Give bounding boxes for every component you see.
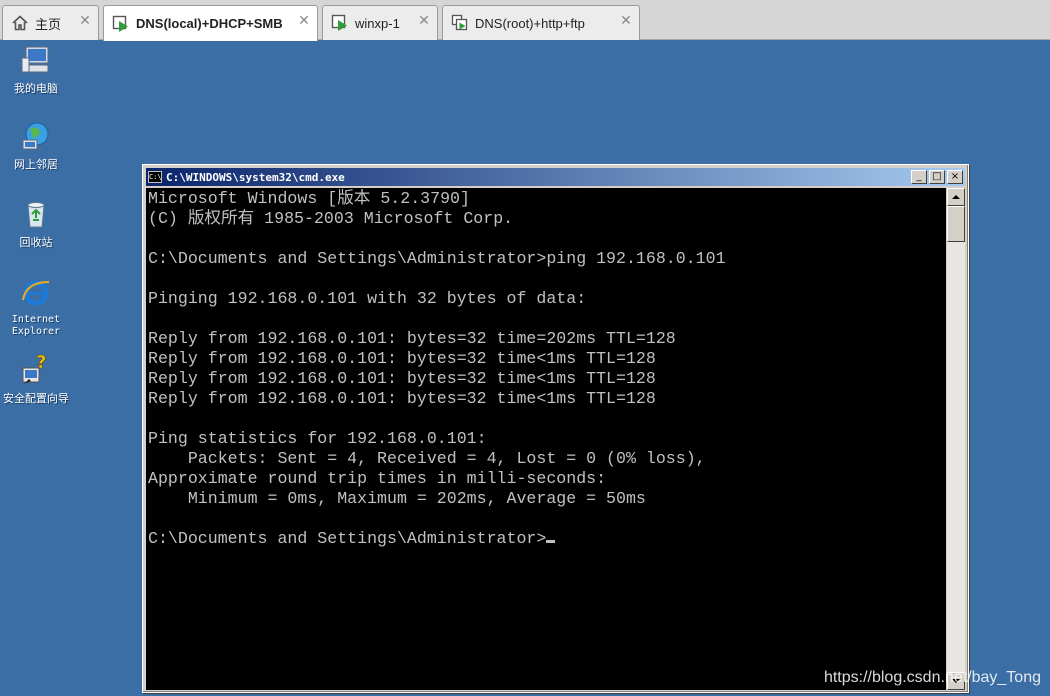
close-button[interactable]: ×	[947, 170, 963, 184]
arrow-up-icon	[952, 195, 960, 199]
internet-explorer-icon	[22, 280, 50, 306]
window-title: C:\WINDOWS\system32\cmd.exe	[166, 170, 345, 184]
minimize-button[interactable]: _	[911, 170, 927, 184]
watermark: https://blog.csdn.net/bay_Tong	[823, 669, 1041, 686]
close-icon[interactable]: ✕	[417, 14, 431, 28]
maximize-button[interactable]: □	[929, 170, 945, 184]
console-output[interactable]: Microsoft Windows [版本 5.2.3790] (C) 版权所有…	[146, 188, 946, 690]
console-line: Reply from 192.168.0.101: bytes=32 time<…	[148, 369, 656, 388]
recycle-bin-icon	[27, 202, 45, 228]
window-title-bar[interactable]: C:\ C:\WINDOWS\system32\cmd.exe _ □ ×	[146, 168, 965, 186]
desktop-icon-label: 回收站	[19, 236, 53, 249]
tab-dns-local[interactable]: DNS(local)+DHCP+SMB ✕	[103, 5, 318, 41]
desktop-icon-label: 网上邻居	[14, 158, 58, 171]
network-places-icon	[22, 122, 49, 150]
desktop-icon-label: 安全配置向导	[3, 392, 69, 405]
security-wizard-icon: ?	[22, 352, 47, 384]
home-icon	[12, 15, 28, 31]
desktop-icon-security-wizard[interactable]: ? 安全配置向导	[0, 352, 72, 405]
console-line: Reply from 192.168.0.101: bytes=32 time<…	[148, 389, 656, 408]
close-icon[interactable]: ✕	[78, 14, 92, 28]
console-line: Reply from 192.168.0.101: bytes=32 time<…	[148, 349, 656, 368]
desktop-icon-label: 我的电脑	[14, 82, 58, 95]
window-controls: _ □ ×	[909, 170, 963, 184]
close-icon[interactable]: ✕	[619, 14, 633, 28]
tab-winxp-1[interactable]: winxp-1 ✕	[322, 5, 438, 40]
desktop-icon-network-places[interactable]: 网上邻居	[0, 120, 72, 171]
svg-text:?: ?	[36, 354, 46, 373]
tab-label: DNS(root)+http+ftp	[475, 15, 585, 31]
scroll-thumb[interactable]	[947, 206, 965, 242]
vertical-scrollbar[interactable]	[947, 188, 965, 690]
desktop-icon-my-computer[interactable]: 我的电脑	[0, 44, 72, 95]
vm-play-icon	[112, 15, 128, 32]
console-line: Ping statistics for 192.168.0.101:	[148, 429, 487, 448]
my-computer-icon	[21, 46, 49, 73]
console-icon[interactable]: C:\	[148, 171, 162, 183]
vm-tab-bar: 主页 ✕ DNS(local)+DHCP+SMB ✕ winxp-1 ✕ DNS…	[0, 0, 1050, 41]
vm-play-icon	[331, 14, 347, 31]
tab-dns-root[interactable]: DNS(root)+http+ftp ✕	[442, 5, 640, 40]
tab-home[interactable]: 主页 ✕	[2, 5, 99, 40]
console-line: Reply from 192.168.0.101: bytes=32 time=…	[148, 329, 676, 348]
console-line: Approximate round trip times in milli-se…	[148, 469, 607, 488]
vm-pair-icon	[451, 14, 468, 31]
cmd-window[interactable]: C:\ C:\WINDOWS\system32\cmd.exe _ □ × Mi…	[142, 164, 969, 693]
close-icon[interactable]: ✕	[297, 14, 311, 28]
tab-label: DNS(local)+DHCP+SMB	[136, 16, 283, 31]
console-line: (C) 版权所有 1985-2003 Microsoft Corp.	[148, 209, 514, 228]
console-line: Microsoft Windows [版本 5.2.3790]	[148, 189, 470, 208]
tab-label: 主页	[35, 16, 62, 32]
console-line: Packets: Sent = 4, Received = 4, Lost = …	[148, 449, 706, 468]
scroll-up-button[interactable]	[947, 188, 965, 206]
desktop-icon-label: Internet Explorer	[11, 314, 61, 337]
tab-label: winxp-1	[355, 15, 400, 31]
console-text: Microsoft Windows [版本 5.2.3790] (C) 版权所有…	[146, 188, 946, 549]
console-line: C:\Documents and Settings\Administrator>…	[148, 249, 726, 268]
text-cursor	[546, 540, 556, 543]
desktop-icon-recycle-bin[interactable]: 回收站	[0, 198, 72, 249]
console-line: C:\Documents and Settings\Administrator>	[148, 529, 547, 548]
console-line: Pinging 192.168.0.101 with 32 bytes of d…	[148, 289, 587, 308]
console-line: Minimum = 0ms, Maximum = 202ms, Average …	[148, 489, 646, 508]
desktop-icon-internet-explorer[interactable]: Internet Explorer	[0, 276, 72, 338]
